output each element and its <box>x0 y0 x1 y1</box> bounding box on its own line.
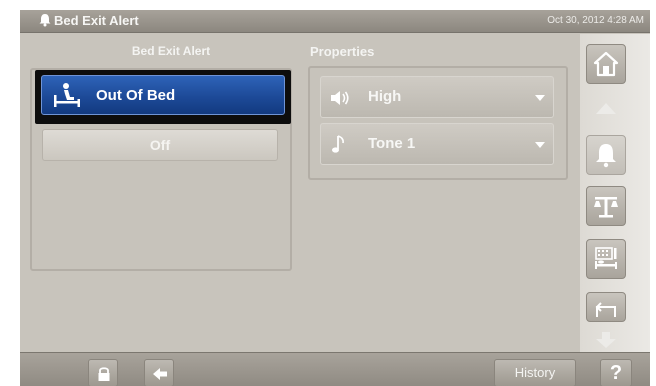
chevron-down-icon <box>535 95 545 101</box>
date-time: Oct 30, 2012 4:28 AM <box>547 15 644 26</box>
bed-exit-header: Bed Exit Alert <box>131 44 211 58</box>
out-of-bed-button[interactable]: Out Of Bed <box>35 70 291 124</box>
tone-dropdown[interactable]: Tone 1 <box>320 123 554 165</box>
lock-icon <box>98 367 110 381</box>
home-button[interactable] <box>586 44 626 84</box>
chevron-down-icon <box>535 142 545 148</box>
scroll-up-icon[interactable] <box>596 102 616 114</box>
bottom-bar: History ? <box>20 352 650 386</box>
scale-button[interactable] <box>586 186 626 226</box>
volume-dropdown[interactable]: High <box>320 76 554 118</box>
bed-chart-icon <box>595 247 617 269</box>
properties-header: Properties <box>310 44 375 59</box>
bed-exit-icon <box>54 83 80 107</box>
out-of-bed-label: Out Of Bed <box>96 87 176 104</box>
home-icon <box>593 51 619 77</box>
scroll-down-icon[interactable] <box>596 332 616 348</box>
back-arrow-icon <box>153 368 167 380</box>
device-screen: Bed Exit Alert Oct 30, 2012 4:28 AM Bed … <box>20 10 650 386</box>
back-button[interactable] <box>144 359 174 386</box>
bed-chart-button[interactable] <box>586 239 626 279</box>
off-button[interactable]: Off <box>42 129 278 161</box>
folder-return-icon <box>595 302 616 317</box>
lock-button[interactable] <box>88 359 118 386</box>
bell-icon <box>39 14 51 27</box>
speaker-icon <box>331 91 349 105</box>
scale-icon <box>594 197 618 218</box>
alarm-button[interactable] <box>586 135 626 175</box>
music-note-icon <box>332 135 344 153</box>
history-button[interactable]: History <box>494 359 576 386</box>
screen-title: Bed Exit Alert <box>54 13 139 28</box>
return-button[interactable] <box>586 292 626 322</box>
title-bar: Bed Exit Alert Oct 30, 2012 4:28 AM <box>20 10 650 33</box>
volume-value: High <box>368 88 402 105</box>
tone-value: Tone 1 <box>368 135 416 152</box>
bell-icon <box>596 144 616 168</box>
help-button[interactable]: ? <box>600 359 632 386</box>
